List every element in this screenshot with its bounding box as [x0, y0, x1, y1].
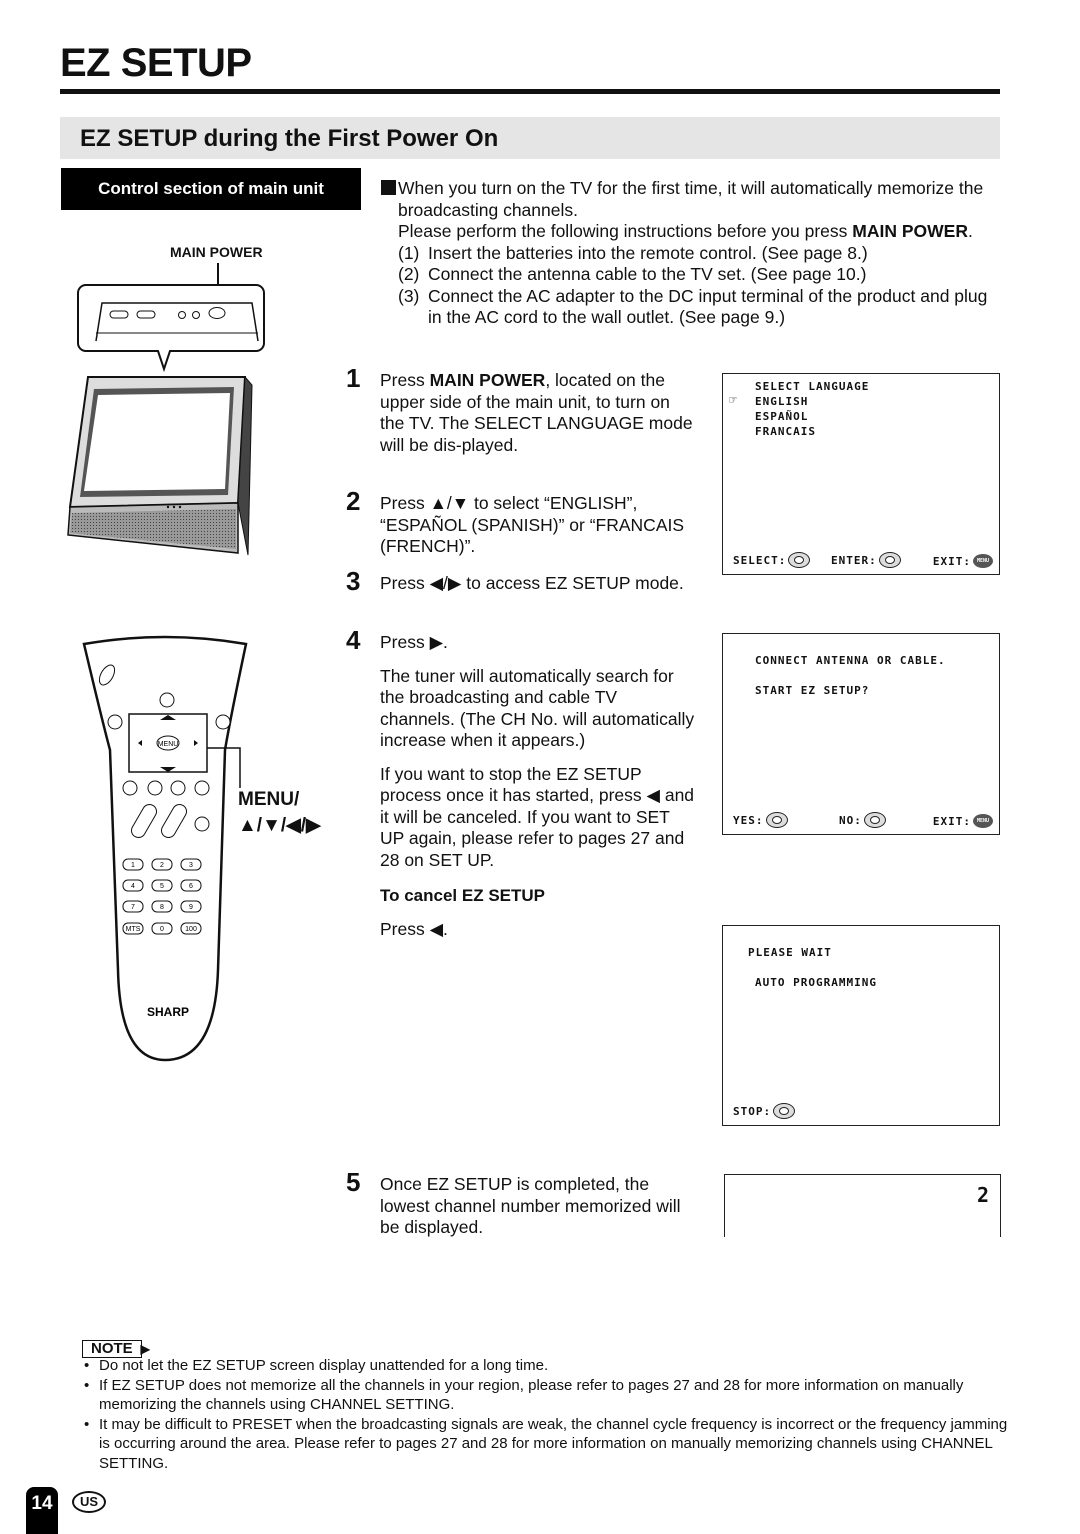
page-number: 14: [26, 1487, 58, 1534]
step-5: 5 Once EZ SETUP is completed, the lowest…: [346, 1167, 681, 1237]
intro-para1: When you turn on the TV for the first ti…: [398, 178, 984, 220]
note-item: If EZ SETUP does not memorize all the ch…: [82, 1376, 1012, 1415]
pointing-hand-icon: ☞: [729, 393, 738, 408]
intro-para2: Please perform the following instruction…: [398, 221, 973, 241]
pic-flip-button: [215, 714, 231, 730]
prep-item: (3) Connect the AC adapter to the DC inpu…: [398, 285, 988, 328]
tv-set: [67, 375, 253, 556]
svg-text:7: 7: [131, 904, 135, 911]
prep-item: (2) Connect the antenna cable to the TV s…: [398, 264, 867, 284]
step-number: 5: [346, 1167, 361, 1197]
osd-channel-display: 2: [724, 1174, 1001, 1237]
svg-text:100: 100: [185, 926, 197, 933]
svg-text:8: 8: [160, 904, 164, 911]
tv-video-button: [192, 311, 200, 319]
tv-illustration: [67, 263, 265, 556]
page-title: EZ SETUP: [60, 41, 252, 85]
dpad-icon: [773, 1103, 796, 1119]
menu-callout-line1: MENU/: [238, 789, 300, 810]
remote-brand-logo: SHARP: [147, 1005, 189, 1019]
step-number: 4: [346, 625, 361, 655]
cancel-text: Press ◀.: [380, 918, 448, 939]
step-number: 1: [346, 363, 361, 393]
menu-key-icon: MENU: [973, 554, 993, 568]
menu-key-label: MENU: [158, 741, 179, 748]
menu-key-icon: MENU: [973, 814, 993, 828]
svg-text:4: 4: [131, 883, 135, 890]
osd-start-line: START EZ SETUP?: [755, 684, 870, 697]
svg-text:MTS: MTS: [126, 926, 141, 933]
menu-arrows-callout: MENU/ ▲/▼/◀/▶: [238, 787, 321, 839]
dpad-icon: [788, 552, 811, 568]
dpad-icon: [765, 812, 788, 828]
osd-auto-programming: PLEASE WAIT AUTO PROGRAMMING STOP:: [722, 925, 1000, 1126]
notes-list: Do not let the EZ SETUP screen display u…: [82, 1356, 1012, 1473]
note-item: It may be difficult to PRESET when the b…: [82, 1415, 1012, 1474]
prep-item: (1) Insert the batteries into the remote …: [398, 242, 868, 263]
title-rule: [60, 89, 1000, 94]
channel-number: 2: [976, 1183, 990, 1207]
region-badge: US: [72, 1491, 106, 1513]
menu-button: [178, 311, 186, 319]
svg-text:6: 6: [189, 883, 193, 890]
language-option-francais: FRANCAIS: [755, 425, 816, 438]
step-3: 3 Press ◀/▶ to access EZ SETUP mode.: [346, 566, 684, 596]
osd-connect-antenna: CONNECT ANTENNA OR CABLE. START EZ SETUP…: [722, 633, 1000, 835]
osd-auto-programming-label: AUTO PROGRAMMING: [755, 976, 877, 989]
note-item: Do not let the EZ SETUP screen display u…: [82, 1356, 1012, 1376]
step-number: 3: [346, 566, 361, 596]
note-arrow-icon: ▶: [140, 1342, 150, 1356]
osd-please-wait: PLEASE WAIT: [748, 946, 832, 959]
prep-list: (1) Insert the batteries into the remote …: [398, 243, 1001, 329]
dpad: MENU: [128, 713, 208, 773]
step-4: 4 Press ▶. The tuner will automatically …: [346, 625, 695, 939]
svg-text:0: 0: [160, 926, 164, 933]
control-panel-callout: [77, 284, 265, 373]
svg-text:1: 1: [131, 862, 135, 869]
control-section-label: Control section of main unit: [61, 168, 361, 210]
square-bullet-icon: [381, 180, 396, 195]
step-2: 2 Press ▲/▼ to select “ENGLISH”, “ESPAÑO…: [346, 486, 685, 556]
svg-text:5: 5: [160, 883, 164, 890]
ch-button: [136, 310, 156, 319]
display-button: [159, 692, 175, 708]
osd-connect-line: CONNECT ANTENNA OR CABLE.: [755, 654, 946, 667]
language-option-english: ENGLISH: [755, 395, 809, 408]
osd-select-language: SELECT LANGUAGE ☞ ENGLISH ESPAÑOL FRANCA…: [722, 373, 1000, 575]
language-option-espanol: ESPAÑOL: [755, 410, 809, 423]
svg-text:9: 9: [189, 904, 193, 911]
dpad-icon: [878, 552, 901, 568]
svg-text:2: 2: [160, 862, 164, 869]
sleep-button: [107, 714, 123, 730]
step-1: 1 Press MAIN POWER, located on the upper…: [346, 363, 693, 455]
vol-button: [109, 310, 129, 319]
menu-callout-line2: ▲/▼/◀/▶: [238, 815, 321, 836]
main-power-button: [208, 307, 226, 319]
svg-text:3: 3: [189, 862, 193, 869]
dpad-icon: [863, 812, 886, 828]
intro-text: When you turn on the TV for the first ti…: [381, 178, 1001, 329]
step-number: 2: [346, 486, 361, 516]
section-title: EZ SETUP during the First Power On: [80, 125, 499, 152]
cancel-heading: To cancel EZ SETUP: [380, 886, 546, 905]
remote-illustration: MENU 1 2 3 4 5 6 7 8 9 MTS 0 100 SHARP: [82, 635, 248, 1062]
osd-title: SELECT LANGUAGE: [755, 380, 870, 393]
